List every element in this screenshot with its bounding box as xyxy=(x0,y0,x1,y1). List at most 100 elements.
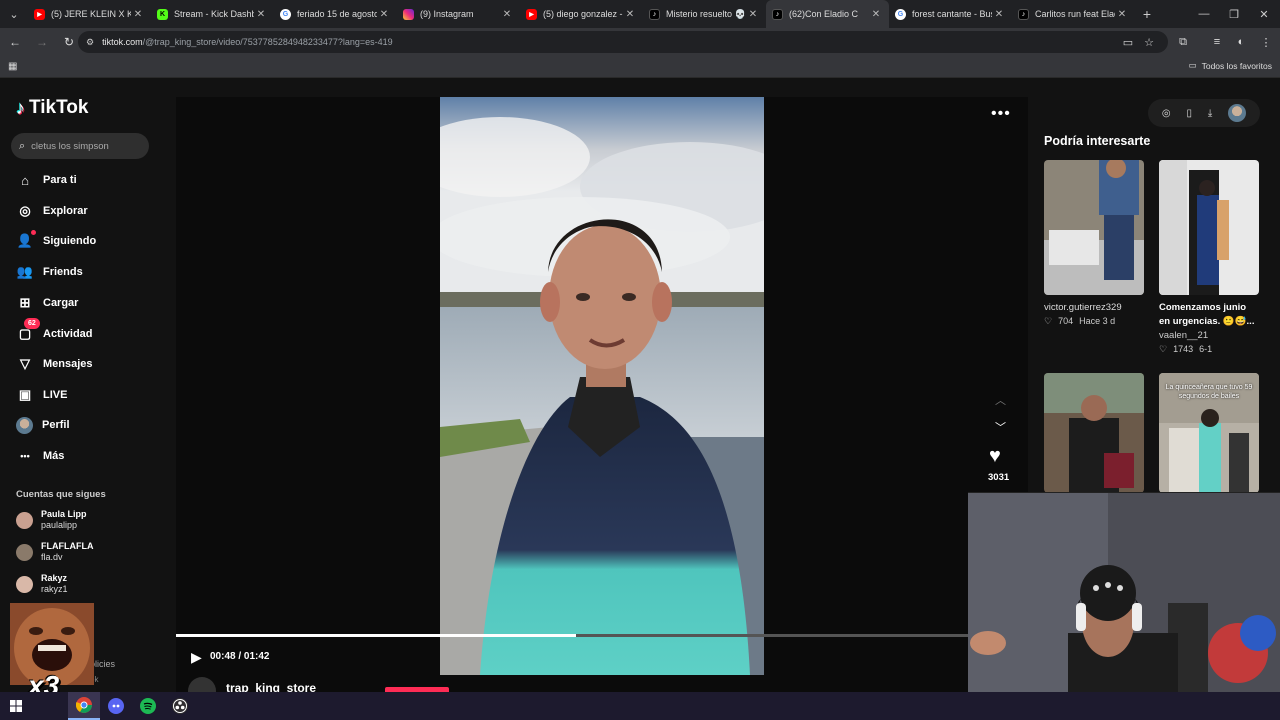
sidebar-item-actividad[interactable]: ▢ 62 Actividad xyxy=(16,317,93,343)
google-icon: G xyxy=(280,8,291,20)
tab-close-icon[interactable]: ✕ xyxy=(131,9,145,20)
tab-close-icon[interactable]: ✕ xyxy=(254,9,268,20)
sidebar-item-live[interactable]: ▣ LIVE xyxy=(16,386,68,404)
browser-tab[interactable]: ▶ (5) diego gonzalez - ✕ xyxy=(520,0,643,28)
browser-tab[interactable]: ♪ (62)Con Eladio C ✕ xyxy=(766,0,889,28)
heart-icon: ♡ xyxy=(1159,344,1168,354)
tiktok-note-icon: ♪ xyxy=(16,97,25,118)
extensions-icon[interactable]: ⧉ xyxy=(1175,34,1191,50)
sidebar-item-siguiendo[interactable]: 👤 Siguiendo xyxy=(16,230,96,250)
browser-tab[interactable]: ♪ Carlitos run feat Elad ✕ xyxy=(1012,0,1135,28)
sidebar-item-friends[interactable]: 👥 Friends xyxy=(16,263,83,281)
close-window-icon[interactable]: ✕ xyxy=(1248,0,1280,28)
download-icon[interactable]: ⤓ xyxy=(1208,108,1212,119)
play-icon[interactable]: ▶ xyxy=(191,649,202,666)
tab-close-icon[interactable]: ✕ xyxy=(1115,9,1129,20)
sidebar-item-más[interactable]: ••• Más xyxy=(16,447,64,465)
followed-account[interactable]: FLAFLAFLA fla.dv xyxy=(16,541,93,563)
tab-search-chevron-icon[interactable]: ⌄ xyxy=(0,0,28,28)
spotify-taskbar-icon[interactable] xyxy=(132,692,164,720)
recommendation-card[interactable]: victor.gutierrez329 ♡ 704 Hace 3 d xyxy=(1044,160,1144,328)
tiktok-icon: ♪ xyxy=(772,8,783,20)
windows-start-icon[interactable] xyxy=(0,692,32,720)
browser-tab[interactable]: (9) Instagram ✕ xyxy=(397,0,520,28)
minimize-icon[interactable]: — xyxy=(1188,0,1220,28)
tab-close-icon[interactable]: ✕ xyxy=(992,9,1006,20)
cast-icon[interactable]: ▭ xyxy=(1120,34,1136,50)
recommendation-thumbnail[interactable] xyxy=(1044,160,1144,295)
recommendation-thumbnail[interactable] xyxy=(1159,160,1259,295)
next-video-chevron-icon[interactable]: ﹀ xyxy=(995,419,1006,435)
bookmarks-bar: ▦ ▭ Todos los favoritos xyxy=(0,56,1280,78)
sidebar-item-explorar[interactable]: ◎ Explorar xyxy=(16,202,87,220)
tab-close-icon[interactable]: ✕ xyxy=(500,9,514,20)
more-options-icon[interactable]: ••• xyxy=(991,105,1011,123)
chrome-menu-icon[interactable]: ⋮ xyxy=(1258,34,1274,50)
home-icon: ⌂ xyxy=(21,172,29,188)
activity-icon: ▢ 62 xyxy=(16,317,40,343)
forward-arrow-icon[interactable]: → xyxy=(30,30,54,54)
video-player[interactable]: ••• ︿ ﹀ ♥ 3031 ▶ 00:48 / 01:42 xyxy=(176,97,1028,692)
site-settings-icon[interactable]: ⚙ xyxy=(86,37,94,48)
webcam-overlay xyxy=(968,492,1280,692)
discord-taskbar-icon[interactable] xyxy=(100,692,132,720)
browser-tab[interactable]: Gforest cantante - Bus ✕ xyxy=(889,0,1012,28)
followed-account[interactable]: Rakyz rakyz1 xyxy=(16,573,68,595)
coins-icon[interactable]: ◎ xyxy=(1162,108,1171,119)
video-frame[interactable] xyxy=(440,97,764,675)
tab-close-icon[interactable]: ✕ xyxy=(869,9,883,20)
obs-taskbar-icon[interactable] xyxy=(164,692,196,720)
tab-close-icon[interactable]: ✕ xyxy=(746,9,760,20)
all-bookmarks-folder[interactable]: ▭ Todos los favoritos xyxy=(1189,60,1272,71)
recommendation-thumbnail[interactable]: La quinceañera que tuvo 59 segundos de b… xyxy=(1159,373,1259,493)
browser-tab[interactable]: ♪ Misterio resuelto 💀 ✕ xyxy=(643,0,766,28)
tab-close-icon[interactable]: ✕ xyxy=(623,9,637,20)
tab-title: (9) Instagram xyxy=(420,9,474,19)
recommendation-card[interactable]: La quinceañera que tuvo 59 segundos de b… xyxy=(1159,373,1259,493)
browser-tab[interactable]: Gferiado 15 de agosto ✕ xyxy=(274,0,397,28)
recommendation-thumbnail[interactable] xyxy=(1044,373,1144,493)
mobile-app-icon[interactable]: ▯ xyxy=(1186,108,1192,119)
apps-grid-icon[interactable]: ▦ xyxy=(8,61,17,72)
chrome-taskbar-icon[interactable] xyxy=(68,692,100,720)
bookmark-star-icon[interactable]: ☆ xyxy=(1141,34,1157,50)
user-avatar[interactable] xyxy=(1228,104,1247,122)
friends-icon: 👥 xyxy=(16,264,34,280)
previous-video-chevron-icon[interactable]: ︿ xyxy=(995,392,1006,408)
sidebar-item-cargar[interactable]: ⊞ Cargar xyxy=(16,294,79,312)
tab-close-icon[interactable]: ✕ xyxy=(377,9,391,20)
sidebar-item-label: Para ti xyxy=(43,174,77,186)
sidebar-item-perfil[interactable]: Perfil xyxy=(16,416,70,434)
sidebar-item-label: Friends xyxy=(43,266,83,279)
thumbnail-overlay-text: La quinceañera que tuvo 59 segundos de b… xyxy=(1165,384,1253,400)
browser-tab[interactable]: K Stream - Kick Dashbo ✕ xyxy=(151,0,274,28)
author-name[interactable]: trap_king_store xyxy=(226,681,316,693)
media-controls-icon[interactable]: ≡ xyxy=(1209,34,1225,50)
recommendation-user[interactable]: vaalen__21 xyxy=(1159,329,1259,343)
like-heart-icon[interactable]: ♥ xyxy=(989,445,1001,468)
restore-icon[interactable]: ❐ xyxy=(1218,0,1250,28)
search-icon[interactable]: ⌕ xyxy=(19,140,25,153)
followed-account[interactable]: Paula Lipp paulalipp xyxy=(16,509,87,531)
back-arrow-icon[interactable]: ← xyxy=(3,30,27,54)
search-input[interactable] xyxy=(31,140,132,152)
youtube-icon: ▶ xyxy=(526,8,537,20)
recommendation-card[interactable] xyxy=(1044,373,1144,493)
author-avatar[interactable] xyxy=(188,676,216,692)
notification-badge: 62 xyxy=(24,317,40,329)
sidebar-item-mensajes[interactable]: ▽ Mensajes xyxy=(16,355,93,373)
video-progress-bar[interactable] xyxy=(176,634,1028,637)
browser-tab[interactable]: ▶ (5) JERE KLEIN X KATT✕ xyxy=(28,0,151,28)
recommendation-card[interactable]: Comenzamos junio en urgencias. 🙂😅... vaa… xyxy=(1159,160,1259,356)
tiktok-logo[interactable]: ♪ TikTok xyxy=(16,97,88,119)
tab-title: (5) diego gonzalez - xyxy=(543,9,623,19)
profile-avatar-icon[interactable]: ◐ xyxy=(1233,34,1249,50)
avatar xyxy=(16,575,33,593)
sidebar-item-para-ti[interactable]: ⌂ Para ti xyxy=(16,171,77,189)
url-path: /@trap_king_store/video/7537785284948233… xyxy=(142,37,393,47)
like-count: 3031 xyxy=(988,472,1010,483)
taskbar-spacer xyxy=(32,692,68,720)
address-bar[interactable]: ⚙ tiktok.com/@trap_king_store/video/7537… xyxy=(78,31,1168,53)
sidebar-item-label: LIVE xyxy=(43,388,68,401)
new-tab-button[interactable]: + xyxy=(1135,6,1159,22)
